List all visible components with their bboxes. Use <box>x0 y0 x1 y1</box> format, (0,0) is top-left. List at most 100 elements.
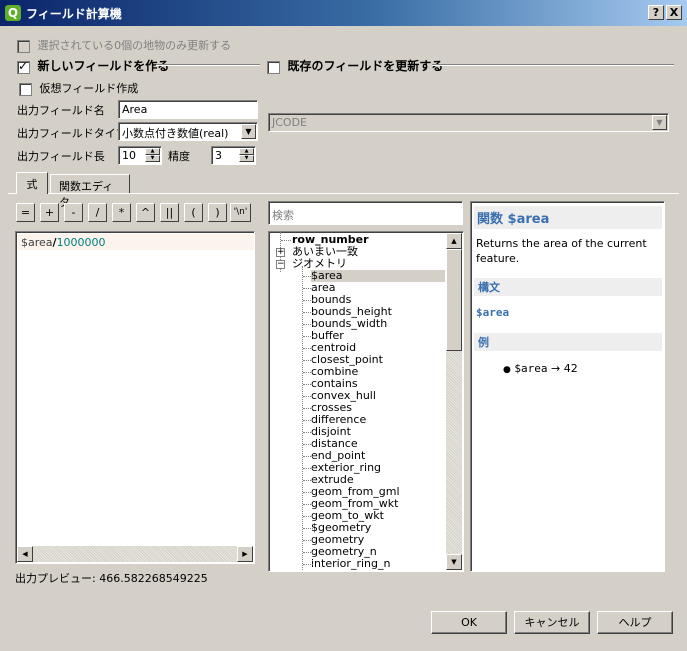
tab-expression[interactable]: 式 <box>16 172 48 194</box>
new-field-divider <box>156 64 260 66</box>
spin-buttons[interactable]: ▲ ▼ <box>239 148 254 163</box>
scroll-left-icon[interactable]: ◀ <box>17 546 33 562</box>
tree-connector <box>303 408 313 409</box>
preview-value: 466.582268549225 <box>99 572 208 585</box>
spin-down-icon[interactable]: ▼ <box>145 155 160 162</box>
collapse-minus-icon[interactable]: − <box>276 260 285 269</box>
help-description: Returns the area of the current feature. <box>476 237 647 265</box>
tree-connector <box>303 564 313 565</box>
operator-divide-button[interactable]: / <box>88 203 107 222</box>
horizontal-scrollbar-track[interactable] <box>33 546 237 562</box>
existing-field-select[interactable]: JCODE ▼ <box>268 113 669 132</box>
field-length-spinbox[interactable]: 10 ▲ ▼ <box>118 146 162 165</box>
operator-close-paren-button[interactable]: ) <box>208 203 227 222</box>
tree-connector <box>303 336 313 337</box>
arrow-right-icon: → <box>550 362 561 375</box>
chevron-down-icon[interactable]: ▼ <box>241 124 256 139</box>
expand-plus-icon[interactable]: + <box>276 248 285 257</box>
help-title-band: 関数 $area <box>474 206 662 229</box>
cancel-button[interactable]: キャンセル <box>514 611 590 634</box>
help-button[interactable]: ヘルプ <box>597 611 673 634</box>
bullet-icon: ● <box>503 365 511 375</box>
function-tree[interactable]: + − row_number あいまい一致 ジオメトリ $area area b… <box>268 231 464 572</box>
operator-equals-button[interactable]: = <box>16 203 35 222</box>
help-example-header: 例 <box>474 333 662 351</box>
help-example: ● $area → 42 <box>503 362 578 375</box>
spin-down-icon[interactable]: ▼ <box>239 155 254 162</box>
field-type-select[interactable]: 小数点付き数値(real) ▼ <box>118 122 258 141</box>
tree-item[interactable]: interior_ring_n <box>311 558 390 570</box>
help-title: 関数 $area <box>477 212 550 227</box>
help-example-result: 42 <box>563 362 578 375</box>
new-field-label: 新しいフィールドを作る <box>37 59 170 73</box>
help-syntax-header: 構文 <box>474 278 662 296</box>
tree-connector <box>303 492 313 493</box>
operator-concat-button[interactable]: || <box>160 203 179 222</box>
virtual-field-checkbox[interactable] <box>19 82 32 96</box>
update-existing-checkbox[interactable] <box>267 60 280 74</box>
field-type-label: 出力フィールドタイプ <box>17 127 127 140</box>
operator-minus-button[interactable]: - <box>64 203 83 222</box>
tree-connector <box>303 348 313 349</box>
new-field-option[interactable]: 新しいフィールドを作る <box>17 57 169 74</box>
tree-connector <box>303 444 313 445</box>
close-icon[interactable]: X <box>666 5 682 20</box>
tree-connector <box>303 360 313 361</box>
ok-button[interactable]: OK <box>431 611 507 634</box>
vertical-scrollbar-thumb[interactable] <box>446 249 462 351</box>
virtual-field-label: 仮想フィールド作成 <box>39 82 139 95</box>
tree-connector <box>303 288 313 289</box>
selected-only-label: 選択されている0個の地物のみ更新する <box>37 39 232 52</box>
field-type-value: 小数点付き数値(real) <box>122 127 229 140</box>
selected-only-option[interactable]: 選択されている0個の地物のみ更新する <box>17 37 231 53</box>
help-icon[interactable]: ? <box>648 5 664 20</box>
tree-connector <box>303 552 313 553</box>
operator-newline-button[interactable]: '\n' <box>230 203 251 222</box>
operator-power-button[interactable]: ^ <box>136 203 155 222</box>
spin-buttons[interactable]: ▲ ▼ <box>145 148 160 163</box>
chevron-down-icon[interactable]: ▼ <box>652 115 667 130</box>
tab-function-editor[interactable]: 関数エディタ <box>50 174 130 209</box>
expression-editor[interactable]: $area/1000000 ◀ ▶ <box>15 231 255 564</box>
field-name-input[interactable]: Area <box>118 100 258 119</box>
tree-connector <box>303 516 313 517</box>
search-input[interactable]: 検索 <box>268 201 463 225</box>
tree-connector <box>303 468 313 469</box>
selected-only-checkbox[interactable] <box>17 39 30 53</box>
tree-connector <box>303 312 313 313</box>
preview-label: 出力プレビュー: <box>15 572 96 585</box>
expression-number: 1000000 <box>56 236 106 249</box>
operator-plus-button[interactable]: + <box>40 203 59 222</box>
field-name-label: 出力フィールド名 <box>17 104 105 117</box>
tree-connector <box>303 324 313 325</box>
spin-up-icon[interactable]: ▲ <box>145 148 160 155</box>
title-bar: Q フィールド計算機 ? X <box>0 0 687 26</box>
update-existing-option[interactable]: 既存のフィールドを更新する <box>267 57 443 74</box>
tree-connector <box>303 540 313 541</box>
scroll-right-icon[interactable]: ▶ <box>237 546 253 562</box>
function-help-panel: 関数 $area Returns the area of the current… <box>470 201 665 572</box>
update-existing-divider <box>432 64 674 66</box>
new-field-checkbox[interactable] <box>17 59 30 74</box>
tree-connector <box>303 456 313 457</box>
expression-line[interactable]: $area/1000000 <box>18 234 254 250</box>
help-syntax: $area <box>476 306 510 319</box>
help-example-code: $area <box>514 362 548 375</box>
existing-field-value: JCODE <box>272 116 308 129</box>
precision-spinbox[interactable]: 3 ▲ ▼ <box>211 146 256 165</box>
virtual-field-option[interactable]: 仮想フィールド作成 <box>19 80 138 96</box>
tree-connector <box>281 240 291 241</box>
operator-multiply-button[interactable]: * <box>112 203 131 222</box>
tree-connector <box>303 384 313 385</box>
scroll-up-icon[interactable]: ▲ <box>446 233 462 249</box>
tree-connector <box>303 432 313 433</box>
tab-pane-border <box>8 193 679 194</box>
precision-value: 3 <box>215 149 222 162</box>
tree-connector <box>303 372 313 373</box>
tree-connector <box>303 504 313 505</box>
spin-up-icon[interactable]: ▲ <box>239 148 254 155</box>
scroll-down-icon[interactable]: ▼ <box>446 554 462 570</box>
field-length-label: 出力フィールド長 <box>17 150 105 163</box>
operator-open-paren-button[interactable]: ( <box>184 203 203 222</box>
field-length-value: 10 <box>122 149 136 162</box>
